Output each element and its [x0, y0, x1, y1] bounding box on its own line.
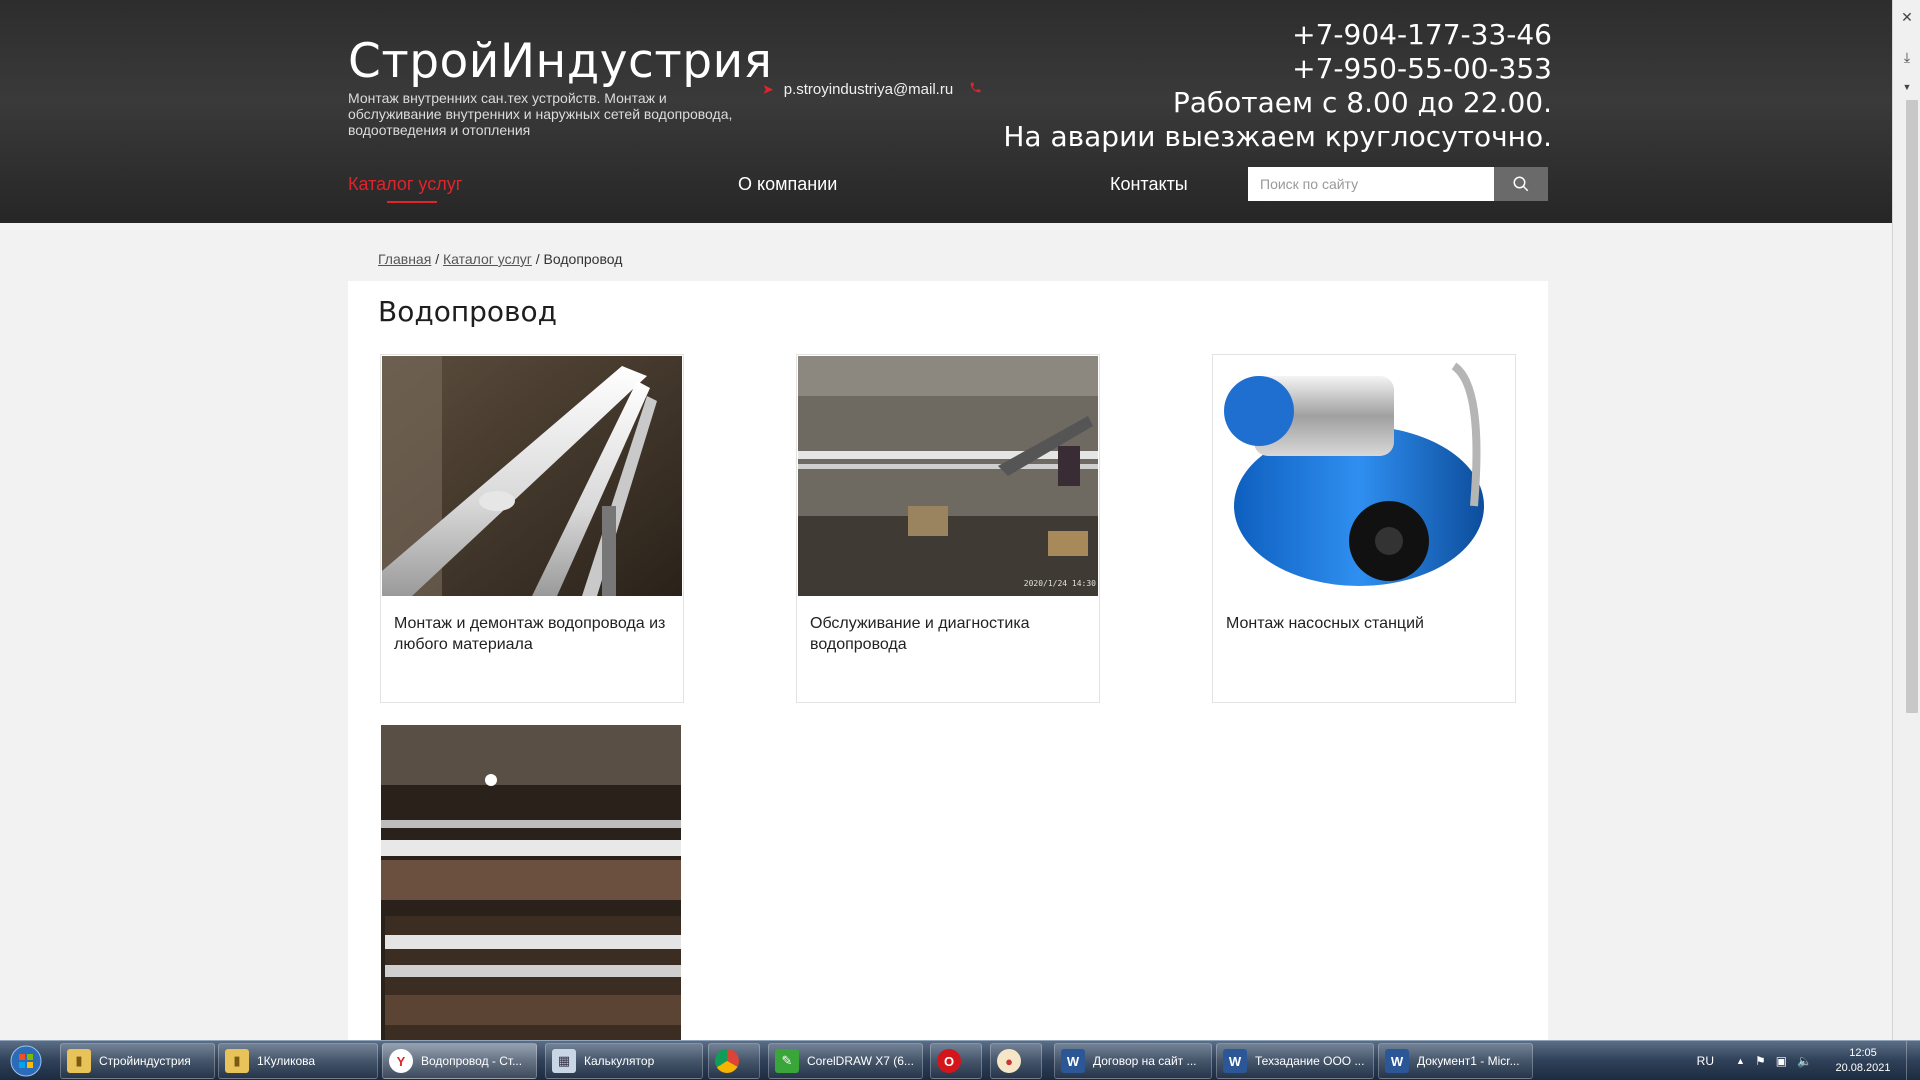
taskbar-item[interactable]: W Документ1 - Micr...: [1378, 1043, 1533, 1079]
email-link[interactable]: p.stroyindustriya@mail.ru: [784, 81, 953, 98]
start-button[interactable]: [6, 1043, 46, 1079]
search-icon: [1513, 176, 1529, 192]
emergency-note: На аварии выезжаем круглосуточно.: [1003, 120, 1552, 153]
word-icon: W: [1223, 1049, 1247, 1073]
paint-icon: ●: [997, 1049, 1021, 1073]
breadcrumb-home[interactable]: Главная: [378, 251, 431, 267]
service-title[interactable]: Обслуживание и диагностика водопровода: [810, 613, 1090, 655]
taskbar-item-label: 1Куликова: [257, 1054, 316, 1068]
tray-expand-icon[interactable]: ▲: [1736, 1056, 1745, 1066]
close-icon[interactable]: ✕: [1893, 4, 1920, 30]
coreldraw-icon: ✎: [775, 1049, 799, 1073]
taskbar-item[interactable]: ▮ 1Куликова: [218, 1043, 378, 1079]
breadcrumb-separator: /: [535, 251, 540, 267]
taskbar-item-label: Договор на сайт ...: [1093, 1054, 1197, 1068]
chrome-icon: [715, 1049, 739, 1073]
clock[interactable]: 12:05 20.08.2021: [1828, 1046, 1898, 1076]
nav-about[interactable]: О компании: [738, 174, 837, 195]
windows-taskbar: ▮ Стройиндустрия ▮ 1Куликова Y Водопрово…: [0, 1040, 1920, 1080]
service-title[interactable]: Монтаж и демонтаж водопровода из любого …: [394, 613, 674, 655]
service-card[interactable]: [381, 725, 681, 1040]
service-image-pipes[interactable]: [382, 356, 682, 596]
taskbar-item[interactable]: W Договор на сайт ...: [1054, 1043, 1212, 1079]
contacts-block: +7-904-177-33-46 +7-950-55-00-353 Работа…: [1003, 18, 1552, 154]
yandex-browser-icon: Y: [389, 1049, 413, 1073]
folder-icon: ▮: [225, 1049, 249, 1073]
taskbar-item[interactable]: ✎ CorelDRAW X7 (6...: [768, 1043, 923, 1079]
page-title: Водопровод: [378, 295, 558, 328]
clock-date: 20.08.2021: [1835, 1062, 1891, 1074]
site-header: СтройИндустрия Монтаж внутренних сан.тех…: [0, 0, 1892, 223]
volume-icon[interactable]: 🔈: [1797, 1054, 1812, 1068]
site-logo[interactable]: СтройИндустрия: [348, 34, 772, 89]
language-indicator[interactable]: RU: [1697, 1054, 1714, 1068]
network-icon[interactable]: ▣: [1776, 1054, 1787, 1068]
system-tray: RU ▲ ⚑ ▣ 🔈 12:05 20.08.2021: [1697, 1041, 1920, 1080]
site-tagline: Монтаж внутренних сан.тех устройств. Мон…: [348, 90, 733, 138]
folder-icon: ▮: [67, 1049, 91, 1073]
search-button[interactable]: [1494, 167, 1548, 201]
phone-number-2[interactable]: +7-950-55-00-353: [1003, 52, 1552, 86]
word-icon: W: [1385, 1049, 1409, 1073]
photo-timestamp: 2020/1/24 14:30: [1023, 579, 1096, 588]
clock-time: 12:05: [1849, 1047, 1877, 1059]
taskbar-item[interactable]: [708, 1043, 760, 1079]
taskbar-item-label: Калькулятор: [584, 1054, 655, 1068]
nav-contacts[interactable]: Контакты: [1110, 174, 1188, 195]
calculator-icon: ▦: [552, 1049, 576, 1073]
service-card[interactable]: 2020/1/24 14:30 Обслуживание и диагности…: [796, 354, 1100, 703]
taskbar-item[interactable]: Y Водопровод - Ст...: [382, 1043, 537, 1079]
breadcrumb-catalog[interactable]: Каталог услуг: [443, 251, 532, 267]
service-card[interactable]: Монтаж насосных станций: [1212, 354, 1516, 703]
chevron-down-icon[interactable]: ▼: [1893, 74, 1920, 100]
search-form: [1248, 167, 1548, 201]
taskbar-item-label: Техзадание ООО ...: [1255, 1054, 1365, 1068]
breadcrumb-current: Водопровод: [543, 251, 623, 267]
download-icon[interactable]: ⤓: [1893, 44, 1920, 70]
breadcrumb-separator: /: [435, 251, 440, 267]
taskbar-item-label: Документ1 - Micr...: [1417, 1054, 1520, 1068]
opera-icon: O: [937, 1049, 961, 1073]
taskbar-item[interactable]: W Техзадание ООО ...: [1216, 1043, 1374, 1079]
taskbar-item[interactable]: O: [930, 1043, 982, 1079]
content-panel: Водопровод Монтаж и демонтаж водопровода…: [348, 281, 1548, 1040]
service-title[interactable]: Монтаж насосных станций: [1226, 613, 1506, 634]
nav-catalog[interactable]: Каталог услуг: [348, 174, 462, 195]
windows-logo-icon: [10, 1045, 42, 1077]
word-icon: W: [1061, 1049, 1085, 1073]
service-card[interactable]: Монтаж и демонтаж водопровода из любого …: [380, 354, 684, 703]
breadcrumb: Главная / Каталог услуг / Водопровод: [378, 251, 622, 267]
taskbar-item-label: Стройиндустрия: [99, 1054, 191, 1068]
taskbar-item-label: Водопровод - Ст...: [421, 1054, 523, 1068]
scrollbar-thumb[interactable]: [1906, 100, 1918, 713]
taskbar-item[interactable]: ●: [990, 1043, 1042, 1079]
email-row: ➤ p.stroyindustriya@mail.ru: [762, 81, 982, 98]
taskbar-item-label: CorelDRAW X7 (6...: [807, 1054, 914, 1068]
service-image-basement-pipes[interactable]: [381, 725, 681, 1040]
send-arrow-icon: ➤: [762, 81, 774, 97]
search-input[interactable]: [1248, 167, 1494, 201]
flag-icon[interactable]: ⚑: [1755, 1054, 1766, 1068]
phone-icon: [969, 81, 982, 98]
nav-active-underline: [387, 201, 437, 203]
service-image-basement[interactable]: 2020/1/24 14:30: [798, 356, 1098, 596]
service-image-pump-station[interactable]: [1214, 356, 1514, 596]
show-desktop-button[interactable]: [1906, 1041, 1920, 1080]
working-hours: Работаем с 8.00 до 22.00.: [1172, 86, 1552, 119]
phone-number-1[interactable]: +7-904-177-33-46: [1003, 18, 1552, 52]
taskbar-item[interactable]: ▦ Калькулятор: [545, 1043, 703, 1079]
taskbar-item[interactable]: ▮ Стройиндустрия: [60, 1043, 215, 1079]
